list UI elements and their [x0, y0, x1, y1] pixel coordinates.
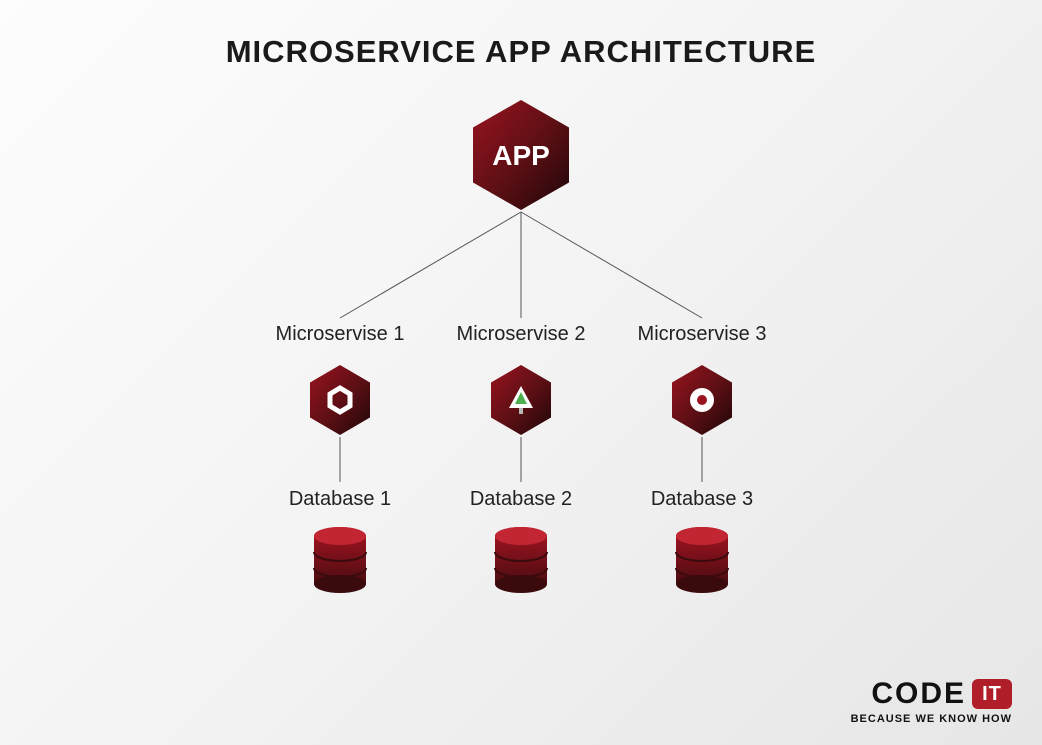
database-1-icon [314, 527, 366, 593]
database-2-label: Database 2 [470, 488, 572, 510]
architecture-diagram: APP Microservise 1 Microservise 2 Micros… [0, 100, 1042, 660]
service-db-lines [340, 437, 702, 482]
database-2-icon [495, 527, 547, 593]
app-label: APP [492, 140, 550, 171]
app-node: APP [473, 100, 569, 210]
logo-code-text: CODE [871, 677, 966, 711]
microservice-1-node [310, 365, 370, 435]
logo-it-badge: IT [972, 679, 1012, 709]
connector-lines [340, 212, 702, 318]
logo-tagline: BECAUSE WE KNOW HOW [851, 713, 1012, 725]
microservice-3-label: Microservise 3 [638, 323, 767, 345]
diagram-title: MICROSERVICE APP ARCHITECTURE [0, 34, 1042, 70]
database-3-label: Database 3 [651, 488, 753, 510]
microservice-2-node [491, 365, 551, 435]
database-1-label: Database 1 [289, 488, 391, 510]
microservice-1-label: Microservise 1 [276, 323, 405, 345]
database-3-icon [676, 527, 728, 593]
microservice-2-label: Microservise 2 [457, 323, 586, 345]
microservice-3-node [672, 365, 732, 435]
brand-logo: CODE IT BECAUSE WE KNOW HOW [851, 677, 1012, 725]
